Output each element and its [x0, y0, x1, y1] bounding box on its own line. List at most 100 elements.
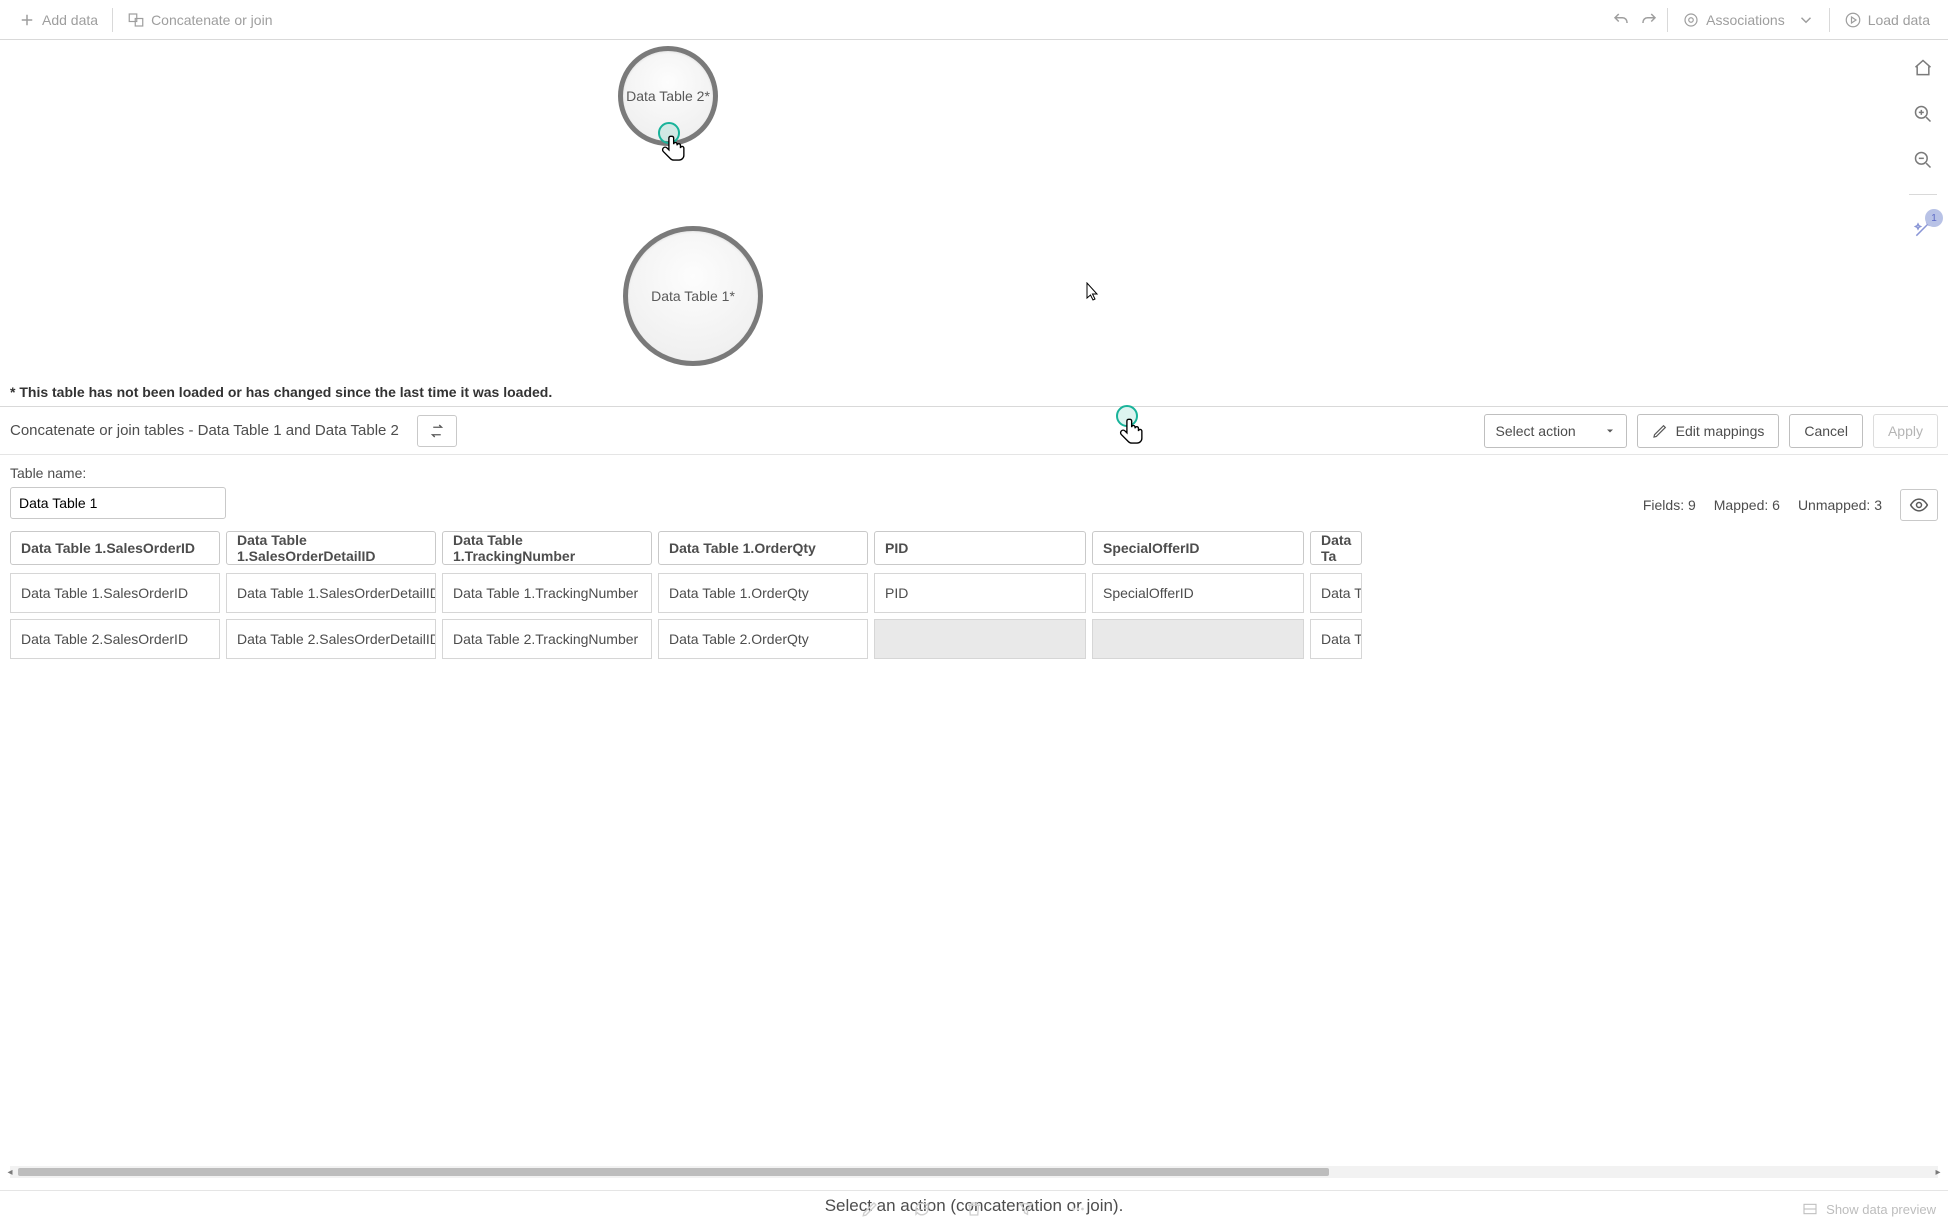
map-cell[interactable]: Data Ta — [1310, 573, 1362, 613]
right-rail: 1 — [1904, 54, 1942, 243]
horizontal-scrollbar[interactable]: ◂ ▸ — [10, 1166, 1938, 1178]
toolbar-separator — [1829, 8, 1830, 32]
chevron-down-icon — [1797, 11, 1815, 29]
table-name-label: Table name: — [10, 465, 1938, 481]
undo-icon — [1612, 11, 1630, 29]
zoom-out-icon — [1913, 150, 1933, 170]
undo-button[interactable] — [1607, 6, 1635, 34]
scrollbar-thumb[interactable] — [18, 1168, 1329, 1176]
zoom-out-button[interactable] — [1909, 146, 1937, 174]
concat-join-label: Concatenate or join — [151, 12, 272, 28]
redo-button[interactable] — [1635, 6, 1663, 34]
caret-down-icon — [1604, 425, 1616, 437]
mapped-count: Mapped: 6 — [1714, 497, 1780, 513]
arrow-cursor — [1086, 282, 1100, 302]
map-cell-empty[interactable] — [1092, 619, 1304, 659]
col-header[interactable]: Data Table 1.OrderQty — [658, 531, 868, 565]
tables-icon — [127, 11, 145, 29]
map-cell-empty[interactable] — [874, 619, 1086, 659]
load-data-label: Load data — [1868, 12, 1930, 28]
more-icon-button[interactable] — [1067, 1198, 1089, 1220]
concat-join-panel: Concatenate or join tables - Data Table … — [0, 406, 1948, 1226]
map-cell[interactable]: PID — [874, 573, 1086, 613]
edit-mappings-button[interactable]: Edit mappings — [1637, 414, 1780, 448]
map-cell[interactable]: Data Table 1.TrackingNumber — [442, 573, 652, 613]
associations-label: Associations — [1706, 12, 1785, 28]
associations-icon — [1682, 11, 1700, 29]
table-bubble-1-label: Data Table 1* — [651, 288, 735, 304]
map-cell[interactable]: Data Table 2.SalesOrderID — [10, 619, 220, 659]
map-cell[interactable]: Data Table 1.OrderQty — [658, 573, 868, 613]
col-header[interactable]: Data Table 1.TrackingNumber — [442, 531, 652, 565]
table-bubble-2-label: Data Table 2* — [626, 88, 710, 104]
panel-title: Concatenate or join tables - Data Table … — [10, 422, 399, 439]
select-action-dropdown[interactable]: Select action — [1484, 414, 1626, 448]
home-button[interactable] — [1909, 54, 1937, 82]
panel-header: Concatenate or join tables - Data Table … — [0, 407, 1948, 455]
mapping-grid: Data Table 1.SalesOrderID Data Table 1.S… — [10, 531, 1938, 1162]
preview-toggle-button[interactable] — [1900, 489, 1938, 521]
pencil-icon — [1652, 423, 1668, 439]
zoom-in-button[interactable] — [1909, 100, 1937, 128]
show-data-preview-button[interactable]: Show data preview — [1802, 1191, 1936, 1227]
filter-icon-button[interactable] — [1015, 1198, 1037, 1220]
unmapped-count: Unmapped: 3 — [1798, 497, 1882, 513]
table-bubble-2[interactable]: Data Table 2* — [618, 46, 718, 146]
associations-dropdown[interactable]: Associations — [1672, 5, 1825, 35]
pencil-icon — [861, 1200, 879, 1218]
trash-icon — [965, 1200, 983, 1218]
toolbar-separator — [112, 8, 113, 32]
top-toolbar: Add data Concatenate or join Association… — [0, 0, 1948, 40]
col-header[interactable]: SpecialOfferID — [1092, 531, 1304, 565]
map-cell[interactable]: SpecialOfferID — [1092, 573, 1304, 613]
scroll-right-arrow[interactable]: ▸ — [1933, 1165, 1943, 1179]
more-horizontal-icon — [1069, 1200, 1087, 1218]
load-data-button[interactable]: Load data — [1834, 5, 1940, 35]
table-bubble-1[interactable]: Data Table 1* — [623, 226, 763, 366]
filter-icon — [1017, 1200, 1035, 1218]
apply-button[interactable]: Apply — [1873, 414, 1938, 448]
cancel-label: Cancel — [1804, 423, 1848, 439]
toolbar-separator — [1667, 8, 1668, 32]
swap-tables-button[interactable] — [417, 415, 457, 447]
zoom-in-icon — [1913, 104, 1933, 124]
map-cell[interactable]: Data Table 2.SalesOrderDetailID — [226, 619, 436, 659]
map-cell[interactable]: Data Ta — [1310, 619, 1362, 659]
apply-label: Apply — [1888, 423, 1923, 439]
table-name-input[interactable] — [10, 487, 226, 519]
delete-icon-button[interactable] — [963, 1198, 985, 1220]
map-cell[interactable]: Data Table 2.TrackingNumber — [442, 619, 652, 659]
data-model-canvas[interactable]: Data Table 2* Data Table 1* * This table… — [0, 40, 1948, 406]
swap-icon — [428, 422, 446, 440]
panel-icon — [1802, 1201, 1818, 1217]
edit-icon-button[interactable] — [859, 1198, 881, 1220]
map-cell[interactable]: Data Table 1.SalesOrderDetailID — [226, 573, 436, 613]
refresh-icon-button[interactable] — [911, 1198, 933, 1220]
plus-icon — [18, 11, 36, 29]
redo-icon — [1640, 11, 1658, 29]
scroll-left-arrow[interactable]: ◂ — [5, 1165, 15, 1179]
col-header[interactable]: Data Ta — [1310, 531, 1362, 565]
col-header[interactable]: Data Table 1.SalesOrderDetailID — [226, 531, 436, 565]
cancel-button[interactable]: Cancel — [1789, 414, 1863, 448]
col-header[interactable]: Data Table 1.SalesOrderID — [10, 531, 220, 565]
play-circle-icon — [1844, 11, 1862, 29]
recommendations-button[interactable]: 1 — [1909, 215, 1937, 243]
add-data-label: Add data — [42, 12, 98, 28]
concat-join-button[interactable]: Concatenate or join — [117, 5, 282, 35]
eye-icon — [1909, 495, 1929, 515]
add-data-button[interactable]: Add data — [8, 5, 108, 35]
counts-row: Fields: 9 Mapped: 6 Unmapped: 3 — [1643, 489, 1938, 521]
recommendations-badge: 1 — [1925, 209, 1943, 227]
map-cell[interactable]: Data Table 2.OrderQty — [658, 619, 868, 659]
panel-body: Table name: Fields: 9 Mapped: 6 Unmapped… — [0, 455, 1948, 1226]
home-icon — [1913, 58, 1933, 78]
canvas-footnote: * This table has not been loaded or has … — [10, 384, 552, 400]
fields-count: Fields: 9 — [1643, 497, 1696, 513]
map-cell[interactable]: Data Table 1.SalesOrderID — [10, 573, 220, 613]
show-preview-label: Show data preview — [1826, 1202, 1936, 1217]
refresh-icon — [913, 1200, 931, 1218]
select-action-label: Select action — [1495, 423, 1575, 439]
col-header[interactable]: PID — [874, 531, 1086, 565]
edit-mappings-label: Edit mappings — [1676, 423, 1765, 439]
